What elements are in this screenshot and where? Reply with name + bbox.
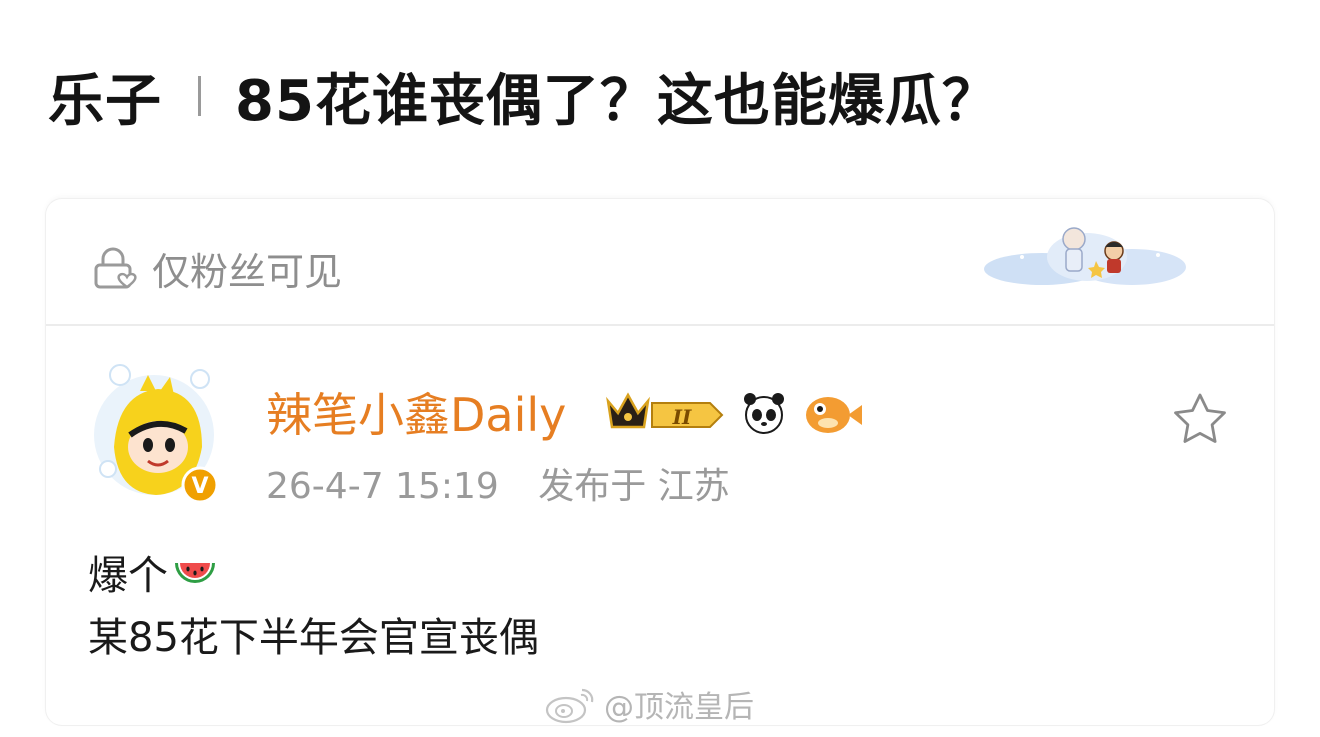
post-location: 江苏	[657, 466, 730, 507]
panda-icon	[744, 393, 784, 434]
favorite-star-icon[interactable]	[1170, 389, 1230, 449]
page-headline: 乐子 85花谁丧偶了？这也能爆瓜？	[48, 56, 999, 136]
verified-badge: V	[181, 466, 219, 503]
watermelon-icon	[175, 563, 215, 583]
pufferfish-icon	[806, 397, 862, 433]
weibo-post-card: 仅粉丝可见 V 辣笔小鑫Daily II 26-4-7 15:19 发布于 江苏…	[46, 199, 1274, 725]
weibo-logo-icon	[545, 688, 594, 724]
headline-title: 85花谁丧偶了？这也能爆瓜？	[235, 68, 999, 134]
lock-heart-icon	[94, 247, 137, 289]
visibility-row: 仅粉丝可见	[46, 199, 1274, 326]
post-timestamp: 26-4-7 15:19	[266, 466, 499, 507]
visibility-label: 仅粉丝可见	[152, 250, 343, 294]
svg-text:II: II	[672, 405, 692, 429]
post-line-1: 爆个	[88, 545, 539, 607]
author-badges: II	[606, 392, 862, 434]
location-prefix: 发布于	[538, 466, 647, 507]
watermark: @顶流皇后	[544, 680, 754, 728]
level-badge: II	[651, 402, 724, 429]
post-content: 爆个 某85花下半年会官宣丧偶	[88, 545, 539, 669]
crown-icon	[606, 392, 650, 429]
cloud-cartoon-decoration	[984, 227, 1186, 285]
svg-text:V: V	[191, 474, 208, 499]
headline-separator	[198, 76, 201, 116]
watermark-text: @顶流皇后	[604, 690, 754, 725]
headline-category: 乐子	[48, 68, 162, 134]
author-name[interactable]: 辣笔小鑫Daily	[266, 379, 566, 445]
author-avatar[interactable]: V	[90, 351, 226, 503]
post-meta: 26-4-7 15:19 发布于 江苏	[266, 457, 730, 509]
post-line-2: 某85花下半年会官宣丧偶	[88, 615, 539, 661]
